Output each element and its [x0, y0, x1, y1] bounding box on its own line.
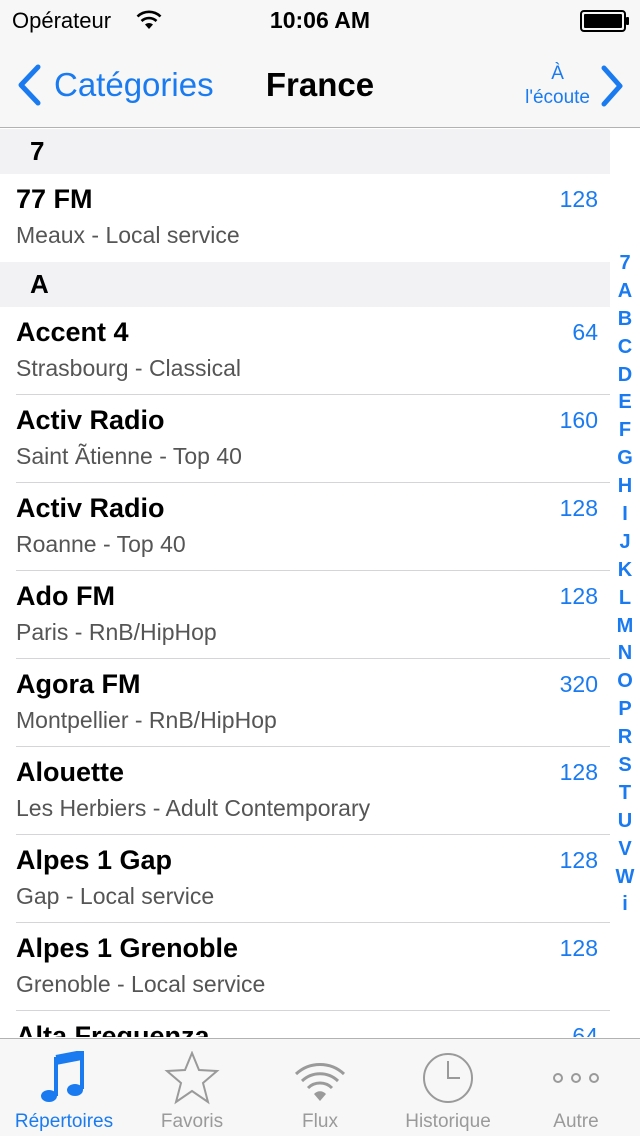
tab-label: Répertoires	[14, 1111, 114, 1132]
station-bitrate: 128	[559, 495, 598, 521]
station-bitrate: 160	[559, 407, 598, 433]
index-letter[interactable]: K	[618, 557, 632, 585]
station-subtitle: Montpellier - RnB/HipHop	[16, 707, 277, 733]
station-bitrate: 64	[572, 319, 598, 345]
station-subtitle: Meaux - Local service	[16, 222, 240, 248]
index-letter[interactable]: V	[618, 836, 631, 864]
index-letter[interactable]: U	[618, 808, 632, 836]
station-subtitle: Saint Ãtienne - Top 40	[16, 443, 242, 469]
star-icon	[164, 1051, 220, 1105]
station-row[interactable]: Activ Radio Saint Ãtienne - Top 40 160	[0, 395, 610, 483]
index-letter[interactable]: G	[617, 445, 633, 473]
station-bitrate: 320	[559, 671, 598, 697]
tab-flux[interactable]: Flux	[256, 1039, 384, 1136]
section-header: A	[0, 262, 610, 307]
chevron-right-icon	[601, 65, 623, 107]
now-playing-button[interactable]: À l'écoute	[525, 60, 624, 112]
index-letter[interactable]: M	[617, 613, 634, 641]
station-subtitle: Grenoble - Local service	[16, 971, 266, 997]
music-note-icon	[41, 1051, 84, 1102]
section-header: 7	[0, 129, 610, 174]
now-playing-label: À l'écoute	[525, 63, 590, 108]
station-bitrate: 128	[559, 759, 598, 785]
station-subtitle: Les Herbiers - Adult Contemporary	[16, 795, 371, 821]
station-bitrate: 128	[559, 583, 598, 609]
index-letter[interactable]: i	[622, 891, 628, 919]
station-name: Activ Radio	[16, 405, 165, 435]
station-bitrate: 128	[559, 935, 598, 961]
tab-label: Autre	[553, 1111, 599, 1132]
status-time: 10:06 AM	[269, 7, 371, 33]
index-letter[interactable]: B	[618, 306, 632, 334]
index-letter[interactable]: R	[618, 724, 632, 752]
wifi-signal-icon	[294, 1063, 346, 1101]
tab-label: Favoris	[160, 1111, 224, 1132]
tab-bar: Répertoires Favoris Flux Historique Autr…	[0, 1038, 640, 1136]
index-letter[interactable]: D	[618, 362, 632, 390]
navigation-bar: Catégories France À l'écoute	[0, 40, 640, 128]
station-subtitle: Roanne - Top 40	[16, 531, 186, 557]
index-letter[interactable]: P	[618, 696, 631, 724]
station-subtitle: Paris - RnB/HipHop	[16, 619, 217, 645]
station-row[interactable]: Activ Radio Roanne - Top 40 128	[0, 483, 610, 571]
station-name: Agora FM	[16, 669, 141, 699]
tab-autre[interactable]: Autre	[512, 1039, 640, 1136]
index-letter[interactable]: N	[618, 640, 632, 668]
tab-label: Historique	[405, 1111, 491, 1132]
station-list[interactable]: 7 77 FM Meaux - Local service 128 A Acce…	[0, 129, 610, 1037]
station-bitrate: 64	[572, 1023, 598, 1037]
index-letter[interactable]: S	[618, 752, 631, 780]
index-letter[interactable]: L	[619, 585, 631, 613]
index-letter[interactable]: F	[619, 417, 631, 445]
index-letter[interactable]: 7	[619, 250, 630, 278]
station-bitrate: 128	[559, 186, 598, 212]
station-bitrate: 128	[559, 847, 598, 873]
station-row[interactable]: Alouette Les Herbiers - Adult Contempora…	[0, 747, 610, 835]
index-letter[interactable]: E	[618, 389, 631, 417]
station-name: Accent 4	[16, 317, 129, 347]
station-row[interactable]: Alta Frequenza 64	[0, 1011, 610, 1037]
status-bar: Opérateur 10:06 AM	[0, 0, 640, 40]
station-row[interactable]: Agora FM Montpellier - RnB/HipHop 320	[0, 659, 610, 747]
station-subtitle: Gap - Local service	[16, 883, 215, 909]
tab-label: Flux	[302, 1111, 338, 1132]
clock-icon	[423, 1053, 473, 1103]
station-row[interactable]: 77 FM Meaux - Local service 128	[0, 174, 610, 262]
index-letter[interactable]: C	[618, 334, 632, 362]
more-dots-icon	[553, 1073, 599, 1083]
index-letter[interactable]: A	[618, 278, 632, 306]
index-letter[interactable]: H	[618, 473, 632, 501]
station-subtitle: Strasbourg - Classical	[16, 355, 241, 381]
index-letter[interactable]: W	[616, 864, 635, 892]
station-name: Activ Radio	[16, 493, 165, 523]
station-row[interactable]: Alpes 1 Gap Gap - Local service 128	[0, 835, 610, 923]
station-name: Alpes 1 Gap	[16, 845, 173, 875]
tab-historique[interactable]: Historique	[384, 1039, 512, 1136]
tab-repertoires[interactable]: Répertoires	[0, 1039, 128, 1136]
index-letter[interactable]: I	[622, 501, 628, 529]
station-row[interactable]: Ado FM Paris - RnB/HipHop 128	[0, 571, 610, 659]
index-letter[interactable]: O	[617, 668, 633, 696]
index-letter[interactable]: T	[619, 780, 631, 808]
station-name: Alta Frequenza	[16, 1021, 210, 1037]
station-name: 77 FM	[16, 184, 93, 214]
index-letter[interactable]: J	[619, 529, 630, 557]
station-name: Ado FM	[16, 581, 115, 611]
tab-favoris[interactable]: Favoris	[128, 1039, 256, 1136]
station-name: Alpes 1 Grenoble	[16, 933, 239, 963]
battery-icon	[580, 10, 629, 32]
station-row[interactable]: Alpes 1 Grenoble Grenoble - Local servic…	[0, 923, 610, 1011]
section-index[interactable]: 7ABCDEFGHIJKLMNOPRSTUVWi	[610, 250, 640, 919]
station-row[interactable]: Accent 4 Strasbourg - Classical 64	[0, 307, 610, 395]
station-name: Alouette	[16, 757, 124, 787]
